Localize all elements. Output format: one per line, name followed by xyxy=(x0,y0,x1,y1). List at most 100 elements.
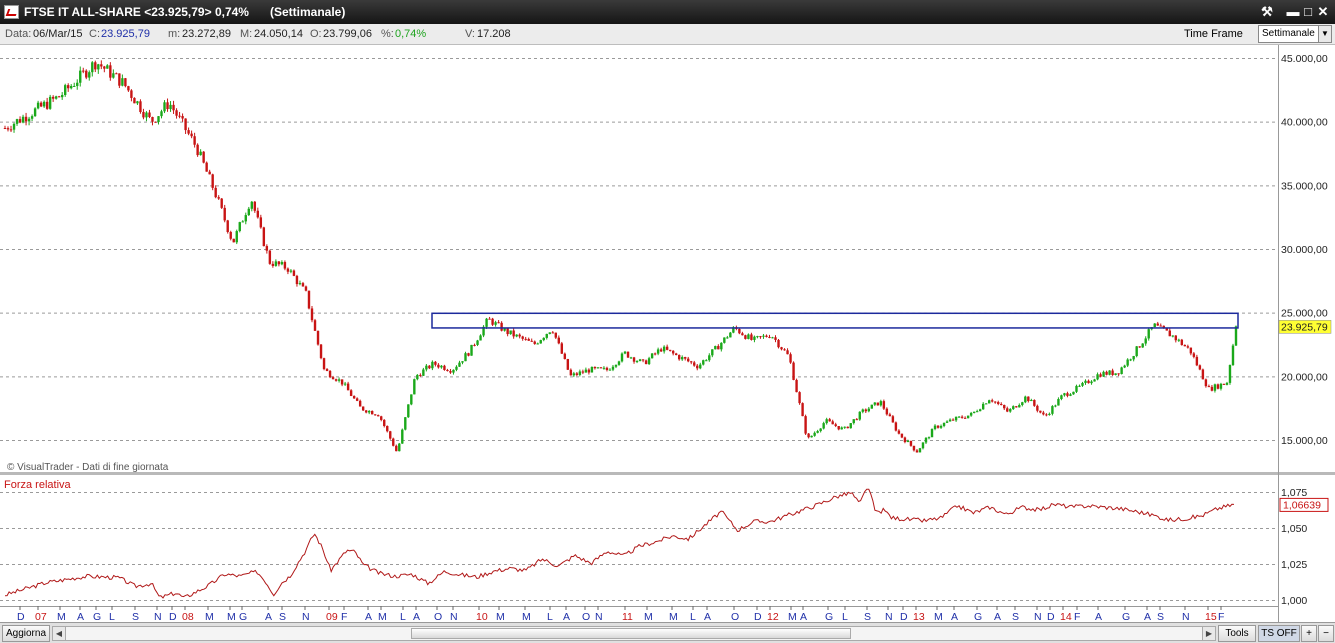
time-tick-label: A xyxy=(951,611,958,622)
panel-divider[interactable] xyxy=(0,472,1335,475)
candle-body xyxy=(1093,379,1096,382)
tools-icon[interactable]: ⚒ xyxy=(1259,4,1275,20)
scroll-thumb[interactable] xyxy=(411,628,851,639)
candle-body xyxy=(924,437,928,443)
horizontal-scrollbar[interactable]: ◀ ▶ xyxy=(52,626,1216,641)
candle-body xyxy=(972,411,976,413)
candle-body xyxy=(855,419,858,421)
zoom-out-button[interactable]: − xyxy=(1318,625,1334,642)
candle-body xyxy=(51,96,55,99)
candle-body xyxy=(410,394,413,405)
scroll-left-icon[interactable]: ◀ xyxy=(53,627,66,640)
candle-body xyxy=(1054,405,1057,407)
candle-body xyxy=(383,419,386,426)
candle-body xyxy=(1114,373,1117,376)
candle-body xyxy=(894,422,898,431)
candle-body xyxy=(178,115,181,117)
candle-body xyxy=(674,353,678,356)
candle-body xyxy=(1027,396,1030,402)
time-tick-label: M xyxy=(522,611,531,622)
candle-body xyxy=(825,419,828,424)
maximize-button[interactable]: □ xyxy=(1300,4,1316,20)
price-tick-label: 15.000,00 xyxy=(1281,435,1328,447)
candle-body xyxy=(349,390,353,396)
time-tick-label: L xyxy=(690,611,696,622)
chart-area[interactable]: 45.000,00 40.000,00 35.000,00 30.000,00 25.0… xyxy=(0,45,1335,622)
candle-body xyxy=(771,337,774,339)
candle-body xyxy=(404,417,407,430)
timeframe-select[interactable]: Settimanale ▼ xyxy=(1258,25,1332,43)
candle-body xyxy=(1018,405,1021,408)
candle-body xyxy=(154,121,157,123)
candle-body xyxy=(304,286,308,291)
window-subtitle: (Settimanale) xyxy=(270,5,346,19)
candle-body xyxy=(638,359,642,362)
candle-body xyxy=(994,401,997,403)
candle-body xyxy=(533,341,536,344)
candle-body xyxy=(30,116,34,119)
candle-body xyxy=(858,411,861,420)
candle-body xyxy=(792,362,795,380)
time-tick-label: A xyxy=(365,611,372,622)
candle-body xyxy=(172,104,175,111)
ts-off-button[interactable]: TS OFF xyxy=(1258,625,1300,642)
candle-body xyxy=(15,119,19,124)
candle-body xyxy=(909,440,913,446)
candle-body xyxy=(960,416,964,418)
candle-body xyxy=(63,85,67,95)
time-tick-label: G xyxy=(93,611,101,622)
candle-body xyxy=(232,238,235,243)
price-panel[interactable] xyxy=(0,45,1278,472)
close-button[interactable]: ✕ xyxy=(1315,4,1331,20)
candle-body xyxy=(73,85,76,87)
candle-body xyxy=(1069,394,1072,396)
candle-body xyxy=(1207,386,1211,388)
candle-body xyxy=(711,349,714,356)
candle-body xyxy=(241,221,244,223)
candle-body xyxy=(837,426,840,430)
rs-panel[interactable] xyxy=(0,475,1278,606)
time-tick-label: A xyxy=(563,611,570,622)
candle-body xyxy=(846,426,849,429)
candle-body xyxy=(33,108,37,117)
candle-body xyxy=(79,70,82,83)
candle-body xyxy=(966,415,970,419)
candle-body xyxy=(810,435,813,438)
candle-body xyxy=(48,96,52,109)
candle-body xyxy=(542,337,545,341)
refresh-button[interactable]: Aggiorna xyxy=(2,625,50,642)
candle-body xyxy=(413,379,416,395)
time-tick-label: D xyxy=(17,611,25,622)
zoom-in-button[interactable]: + xyxy=(1301,625,1317,642)
candle-body xyxy=(975,411,979,413)
tools-button[interactable]: Tools xyxy=(1218,625,1256,642)
candle-body xyxy=(690,361,693,363)
candle-body xyxy=(870,404,874,409)
scroll-right-icon[interactable]: ▶ xyxy=(1202,627,1215,640)
rs-tick-label: 1,050 xyxy=(1281,523,1307,535)
candle-body xyxy=(458,362,461,367)
candle-body xyxy=(816,431,819,433)
candle-body xyxy=(1117,373,1120,375)
candle-body xyxy=(361,406,365,411)
time-tick-label: A xyxy=(265,611,272,622)
candle-body xyxy=(91,62,94,73)
candle-body xyxy=(506,328,509,335)
time-tick-label: N xyxy=(1034,611,1042,622)
candle-body xyxy=(256,210,260,218)
candle-body xyxy=(1129,359,1132,361)
candle-body xyxy=(575,373,579,375)
candle-body xyxy=(1204,379,1208,387)
candle-body xyxy=(199,151,202,156)
candle-body xyxy=(813,432,816,436)
candle-body xyxy=(157,116,160,123)
candle-body xyxy=(545,333,548,338)
candle-body xyxy=(1138,346,1141,348)
candle-body xyxy=(954,416,958,421)
dropdown-arrow-icon[interactable]: ▼ xyxy=(1318,26,1331,42)
candle-body xyxy=(653,353,657,355)
candle-body xyxy=(491,318,494,325)
time-tick-label: S xyxy=(279,611,286,622)
minimize-button[interactable]: ▬ xyxy=(1285,4,1301,20)
candle-body xyxy=(295,275,299,285)
